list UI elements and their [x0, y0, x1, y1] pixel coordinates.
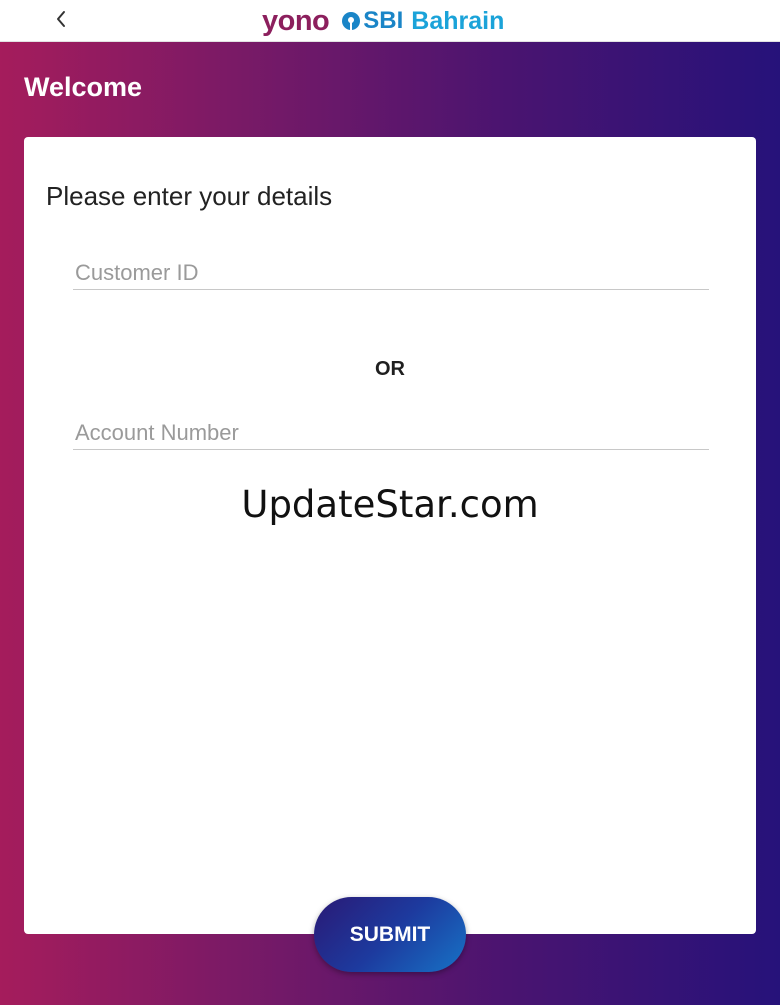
submit-button[interactable]: SUBMIT: [314, 897, 466, 972]
watermark-text: UpdateStar.com: [241, 483, 539, 526]
app-screen: yono SBI Bahrain Welcome Please enter yo…: [0, 0, 780, 1005]
account-number-input[interactable]: [73, 416, 709, 449]
back-button[interactable]: [46, 4, 76, 34]
top-bar: yono SBI Bahrain: [0, 0, 780, 42]
chevron-left-icon: [57, 11, 65, 27]
customer-id-input[interactable]: [73, 256, 709, 289]
account-number-field[interactable]: [73, 416, 709, 450]
customer-id-field[interactable]: [73, 256, 709, 290]
or-divider-label: OR: [375, 358, 405, 380]
page-title: Welcome: [24, 72, 143, 102]
logo-bahrain-text: Bahrain: [411, 6, 505, 35]
logo-sbi-text: SBI: [363, 7, 404, 34]
details-card: Please enter your details OR UpdateStar.…: [24, 137, 756, 934]
sbi-logo-icon: [342, 12, 361, 30]
form-heading: Please enter your details: [46, 181, 333, 211]
app-logo: yono SBI Bahrain: [262, 3, 504, 39]
logo-yono-text: yono: [262, 4, 330, 37]
